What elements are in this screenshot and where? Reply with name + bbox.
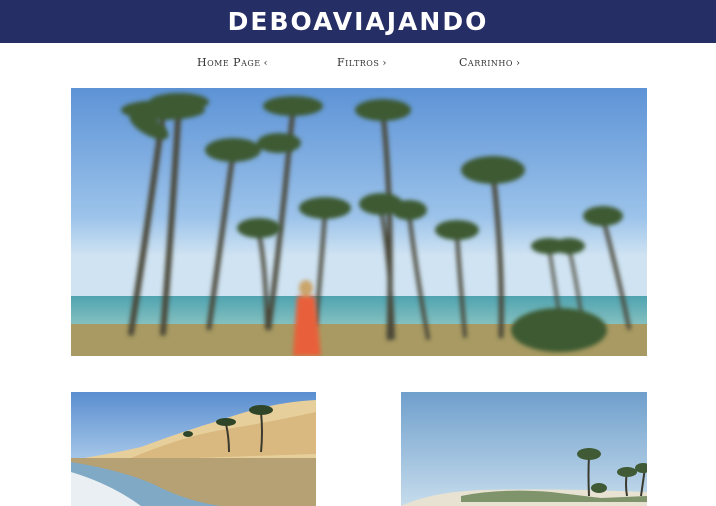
main-nav: Home Page ‹ Filtros › Carrinho ›: [0, 56, 716, 74]
site-logo[interactable]: DEBOAVIAJANDO: [228, 9, 489, 34]
chevron-right-icon: ›: [515, 58, 521, 69]
nav-item-label: Home Page: [197, 56, 261, 69]
nav-item-home-page[interactable]: Home Page ‹: [197, 56, 268, 69]
nav-item-filtros[interactable]: Filtros ›: [337, 56, 387, 69]
top-bar: DEBOAVIAJANDO: [0, 0, 716, 43]
nav-item-label: Filtros: [337, 56, 380, 69]
nav-item-carrinho[interactable]: Carrinho ›: [459, 56, 520, 69]
chevron-left-icon: ‹: [263, 58, 269, 69]
hero-image[interactable]: [71, 88, 647, 356]
chevron-right-icon: ›: [382, 58, 387, 69]
nav-item-label: Carrinho: [459, 56, 513, 69]
product-thumbnail[interactable]: [71, 392, 316, 506]
product-thumbnail[interactable]: [401, 392, 647, 506]
